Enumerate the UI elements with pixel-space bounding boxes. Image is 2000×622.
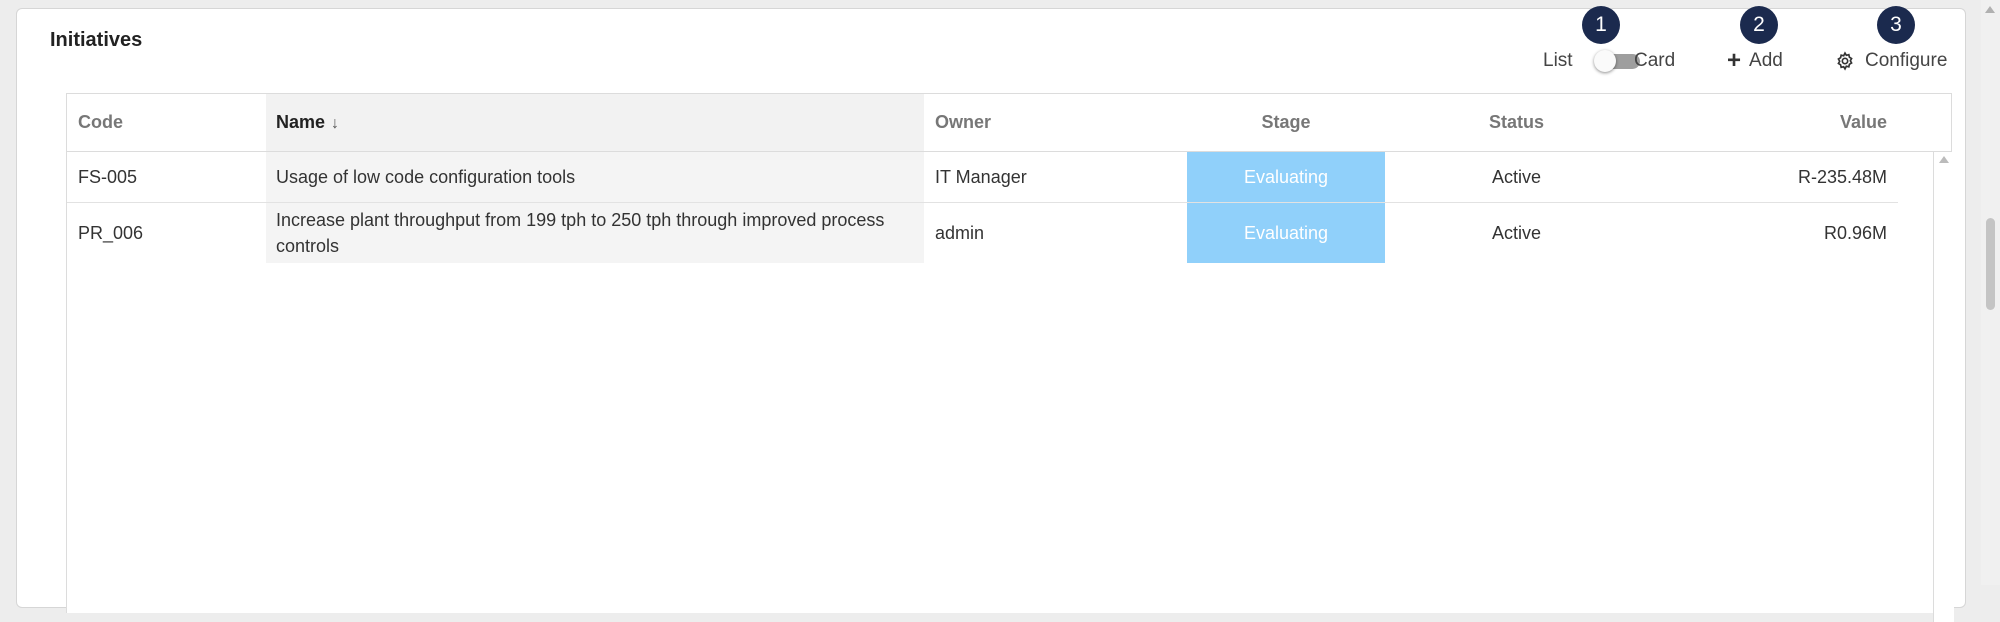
table-row[interactable]: PR_006 Increase plant throughput from 19… [67, 203, 1898, 263]
column-header-code[interactable]: Code [67, 94, 266, 151]
cell-name: Usage of low code configuration tools [266, 152, 924, 202]
arrow-down-icon: ↓ [331, 115, 340, 132]
callout-badge-3: 3 [1877, 6, 1915, 44]
column-header-stage[interactable]: Stage [1187, 94, 1385, 151]
cell-code: PR_006 [78, 222, 144, 243]
callout-badge-1: 1 [1582, 6, 1620, 44]
cell-name: Increase plant throughput from 199 tph t… [266, 203, 924, 263]
scroll-up-arrow-icon[interactable] [1939, 156, 1949, 163]
cell-value: R-235.48M [1797, 166, 1887, 187]
toggle-knob[interactable] [1594, 50, 1616, 72]
table-row[interactable]: FS-005 Usage of low code configuration t… [67, 152, 1898, 203]
column-header-owner[interactable]: Owner [924, 94, 1187, 151]
page-scroll-up-icon[interactable] [1985, 6, 1995, 13]
cell-code: FS-005 [78, 166, 138, 187]
cell-status: Active [1491, 166, 1542, 187]
panel-title: Initiatives [50, 29, 143, 51]
table-scrollbar[interactable] [1933, 152, 1954, 622]
cell-owner: IT Manager [935, 166, 1027, 187]
gear-icon [1837, 51, 1853, 71]
column-header-name-label: Name [276, 112, 326, 132]
add-button[interactable]: + Add [1727, 49, 1783, 73]
callout-badge-2: 2 [1740, 6, 1778, 44]
initiatives-panel: Initiatives List Card + Add Configure Co… [16, 8, 1966, 622]
initiatives-table: Code Name ↓ Owner Stage Status Value FS-0… [66, 93, 1954, 622]
column-header-status[interactable]: Status [1385, 94, 1648, 151]
cell-owner: admin [935, 222, 985, 243]
column-header-value[interactable]: Value [1648, 94, 1898, 151]
plus-icon: + [1727, 47, 1742, 74]
cell-status: Active [1491, 222, 1542, 243]
view-card-label[interactable]: Card [1634, 49, 1675, 73]
view-list-label[interactable]: List [1543, 49, 1573, 73]
configure-label: Configure [1865, 50, 1948, 71]
cell-stage: Evaluating [1187, 203, 1385, 263]
column-header-name[interactable]: Name ↓ [266, 94, 924, 151]
page-scrollbar-thumb[interactable] [1986, 218, 1995, 310]
add-label: Add [1749, 50, 1783, 71]
configure-button[interactable]: Configure [1835, 49, 1947, 73]
cell-value: R0.96M [1823, 222, 1887, 243]
cell-stage: Evaluating [1187, 152, 1385, 202]
